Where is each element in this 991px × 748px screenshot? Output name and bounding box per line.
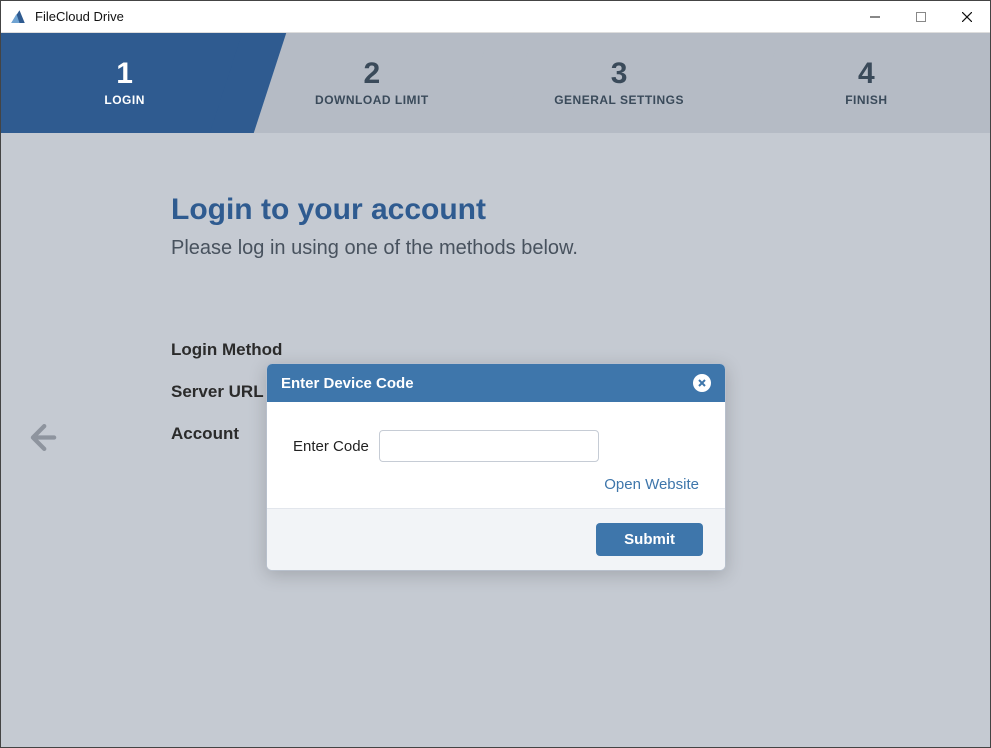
modal-body: Enter Code Open Website: [267, 402, 725, 508]
step-general-settings[interactable]: 3 GENERAL SETTINGS: [496, 33, 743, 133]
modal-close-button[interactable]: [693, 374, 711, 392]
content-area: Login to your account Please log in usin…: [1, 133, 990, 747]
minimize-button[interactable]: [852, 1, 898, 33]
titlebar: FileCloud Drive: [1, 1, 990, 33]
step-number: 3: [554, 59, 684, 89]
maximize-button[interactable]: [898, 1, 944, 33]
step-label: GENERAL SETTINGS: [554, 93, 684, 107]
close-button[interactable]: [944, 1, 990, 33]
page-subtitle: Please log in using one of the methods b…: [171, 237, 990, 260]
step-download-limit[interactable]: 2 DOWNLOAD LIMIT: [248, 33, 495, 133]
app-window: FileCloud Drive 1 LOGIN 2 DOWNLOAD LIMIT: [0, 0, 991, 748]
enter-code-row: Enter Code: [293, 430, 699, 462]
enter-code-label: Enter Code: [293, 438, 369, 455]
step-finish[interactable]: 4 FINISH: [743, 33, 990, 133]
modal-title: Enter Device Code: [281, 375, 693, 392]
modal-header: Enter Device Code: [267, 364, 725, 402]
step-number: 1: [104, 59, 145, 89]
device-code-input[interactable]: [379, 430, 599, 462]
modal-footer: Submit: [267, 508, 725, 570]
step-label: DOWNLOAD LIMIT: [315, 93, 429, 107]
step-label: FINISH: [845, 93, 887, 107]
step-login[interactable]: 1 LOGIN: [1, 33, 248, 133]
step-number: 2: [315, 59, 429, 89]
page-heading: Login to your account: [171, 193, 990, 227]
back-arrow-button[interactable]: [23, 421, 57, 460]
step-number: 4: [845, 59, 887, 89]
open-website-link[interactable]: Open Website: [604, 476, 699, 493]
app-title: FileCloud Drive: [35, 9, 124, 24]
device-code-modal: Enter Device Code Enter Code Open Websit…: [266, 363, 726, 571]
label-login-method: Login Method: [171, 340, 990, 360]
submit-button[interactable]: Submit: [596, 523, 703, 556]
stepper: 1 LOGIN 2 DOWNLOAD LIMIT 3 GENERAL SETTI…: [1, 33, 990, 133]
step-label: LOGIN: [104, 93, 145, 107]
app-icon: [9, 8, 27, 26]
